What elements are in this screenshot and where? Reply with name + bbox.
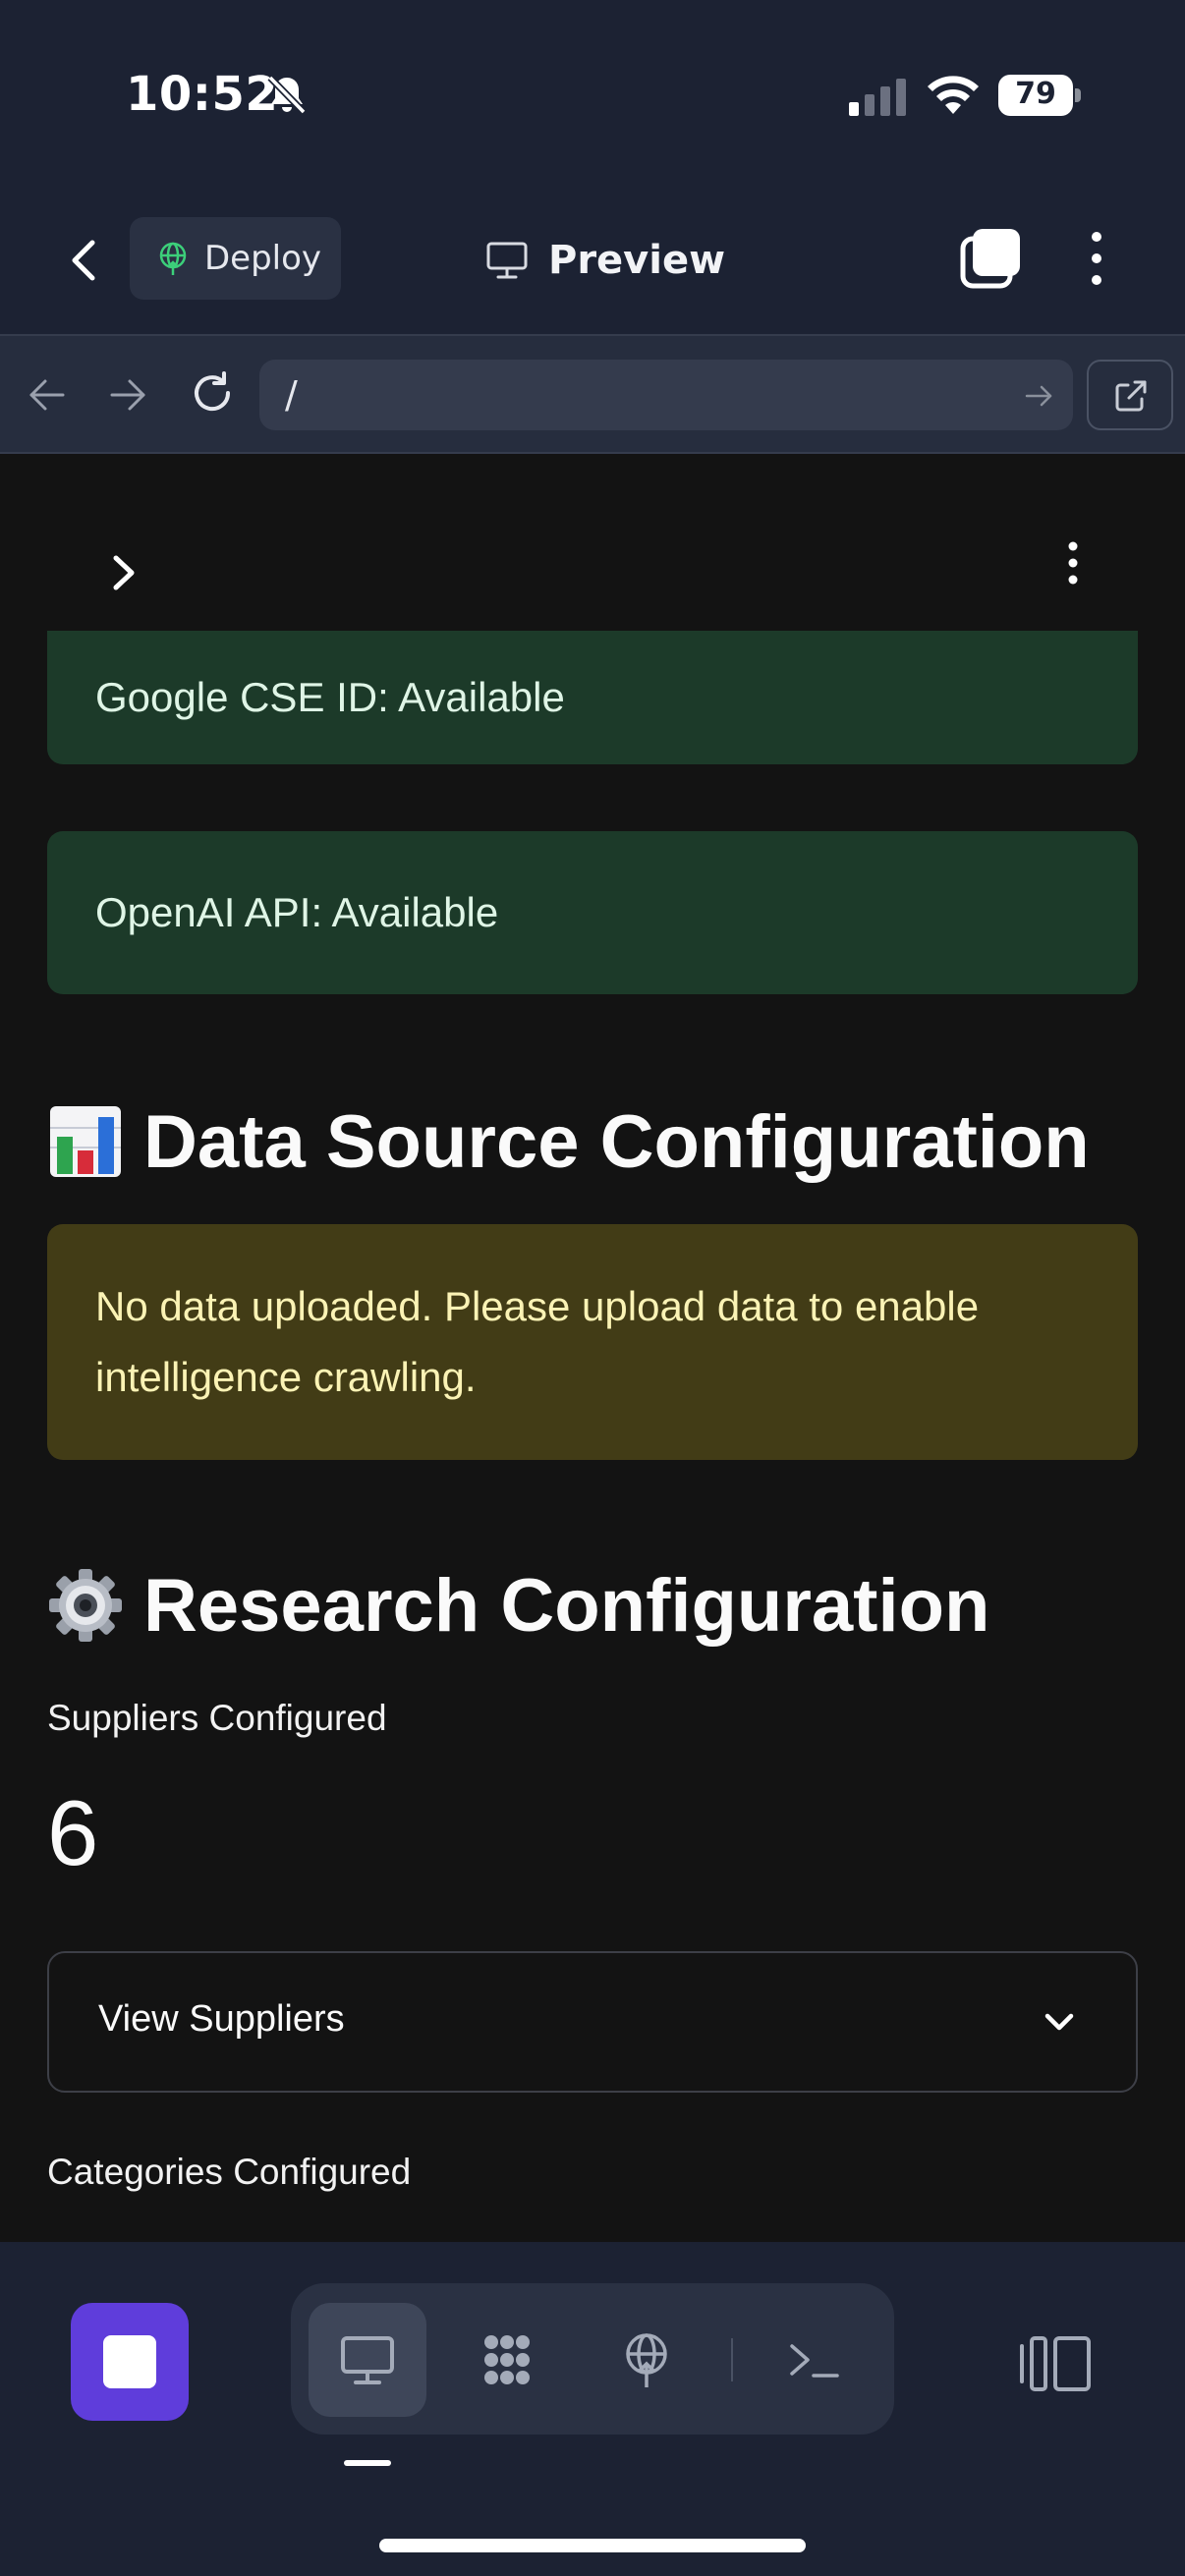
home-indicator xyxy=(379,2539,806,2552)
page-menu-icon[interactable] xyxy=(1061,538,1085,588)
app-content: Google CSE ID: Available OpenAI API: Ava… xyxy=(0,454,1185,2242)
tool-deploy[interactable] xyxy=(588,2303,705,2417)
tool-divider xyxy=(731,2338,733,2381)
back-chevron-icon[interactable] xyxy=(59,231,108,290)
metric-suppliers-label: Suppliers Configured xyxy=(47,1698,387,1738)
tabs-icon[interactable] xyxy=(959,227,1022,290)
active-tab-indicator xyxy=(344,2460,391,2466)
go-arrow-icon[interactable] xyxy=(1024,381,1053,411)
browser-forward-icon[interactable] xyxy=(106,373,149,417)
preview-monitor-icon xyxy=(341,2336,394,2384)
url-input[interactable]: / xyxy=(259,360,1073,430)
alert-no-data-text: No data uploaded. Please upload data to … xyxy=(95,1283,980,1400)
url-text: / xyxy=(285,373,298,417)
bottom-toolbar xyxy=(0,2242,1185,2576)
heading-research-text: Research Configuration xyxy=(143,1563,990,1648)
tool-console[interactable] xyxy=(755,2303,873,2417)
monitor-icon xyxy=(486,242,528,279)
stop-button[interactable] xyxy=(71,2303,189,2421)
chevron-down-icon xyxy=(1044,2013,1074,2031)
alert-openai-available: OpenAI API: Available xyxy=(47,831,1138,994)
page-title: Preview xyxy=(548,238,726,283)
reload-icon[interactable] xyxy=(189,369,236,417)
more-options-icon[interactable] xyxy=(1077,227,1116,290)
stop-icon xyxy=(103,2335,156,2388)
deploy-globe-arrow-icon xyxy=(626,2333,667,2387)
terminal-icon xyxy=(790,2344,839,2378)
external-link-icon xyxy=(1115,380,1147,412)
status-bar: 10:52 79 xyxy=(0,0,1185,192)
tool-agent[interactable] xyxy=(448,2303,566,2417)
heading-data-source: Data Source Configuration xyxy=(47,1083,1090,1201)
metric-categories-label: Categories Configured xyxy=(47,2152,412,2192)
agent-dots-icon xyxy=(484,2335,530,2384)
alert-no-data: No data uploaded. Please upload data to … xyxy=(47,1224,1138,1460)
view-suppliers-expander[interactable]: View Suppliers xyxy=(47,1951,1138,2093)
bar-chart-icon xyxy=(50,1106,121,1177)
alert-openai-text: OpenAI API: Available xyxy=(95,889,499,935)
wifi-icon xyxy=(928,76,979,114)
deploy-globe-icon xyxy=(159,242,187,275)
alert-cse-text: Google CSE ID: Available xyxy=(95,674,565,720)
heading-data-source-text: Data Source Configuration xyxy=(143,1099,1090,1184)
deploy-button[interactable]: Deploy xyxy=(130,217,341,300)
gear-icon xyxy=(49,1569,122,1642)
tool-preview[interactable] xyxy=(309,2303,426,2417)
bell-muted-icon xyxy=(267,75,307,115)
sidebar-expand-icon[interactable] xyxy=(104,548,143,597)
status-time: 10:52 xyxy=(126,67,279,122)
metric-suppliers-value: 6 xyxy=(47,1781,99,1884)
battery-level: 79 xyxy=(1015,77,1056,111)
browser-back-icon[interactable] xyxy=(26,373,69,417)
tool-switcher xyxy=(291,2283,894,2435)
open-external-button[interactable] xyxy=(1087,360,1173,430)
cellular-signal-icon xyxy=(849,79,906,116)
battery-indicator: 79 xyxy=(998,75,1081,116)
panel-layout-icon[interactable] xyxy=(1018,2332,1093,2395)
battery-cap xyxy=(1075,88,1081,102)
view-suppliers-label: View Suppliers xyxy=(98,1998,345,2040)
app-header: Deploy Preview xyxy=(0,192,1185,334)
deploy-label: Deploy xyxy=(204,239,322,278)
heading-research: Research Configuration xyxy=(47,1546,989,1664)
browser-bar: / xyxy=(0,334,1185,454)
alert-cse-available: Google CSE ID: Available xyxy=(47,631,1138,764)
preview-title: Preview xyxy=(485,231,725,290)
